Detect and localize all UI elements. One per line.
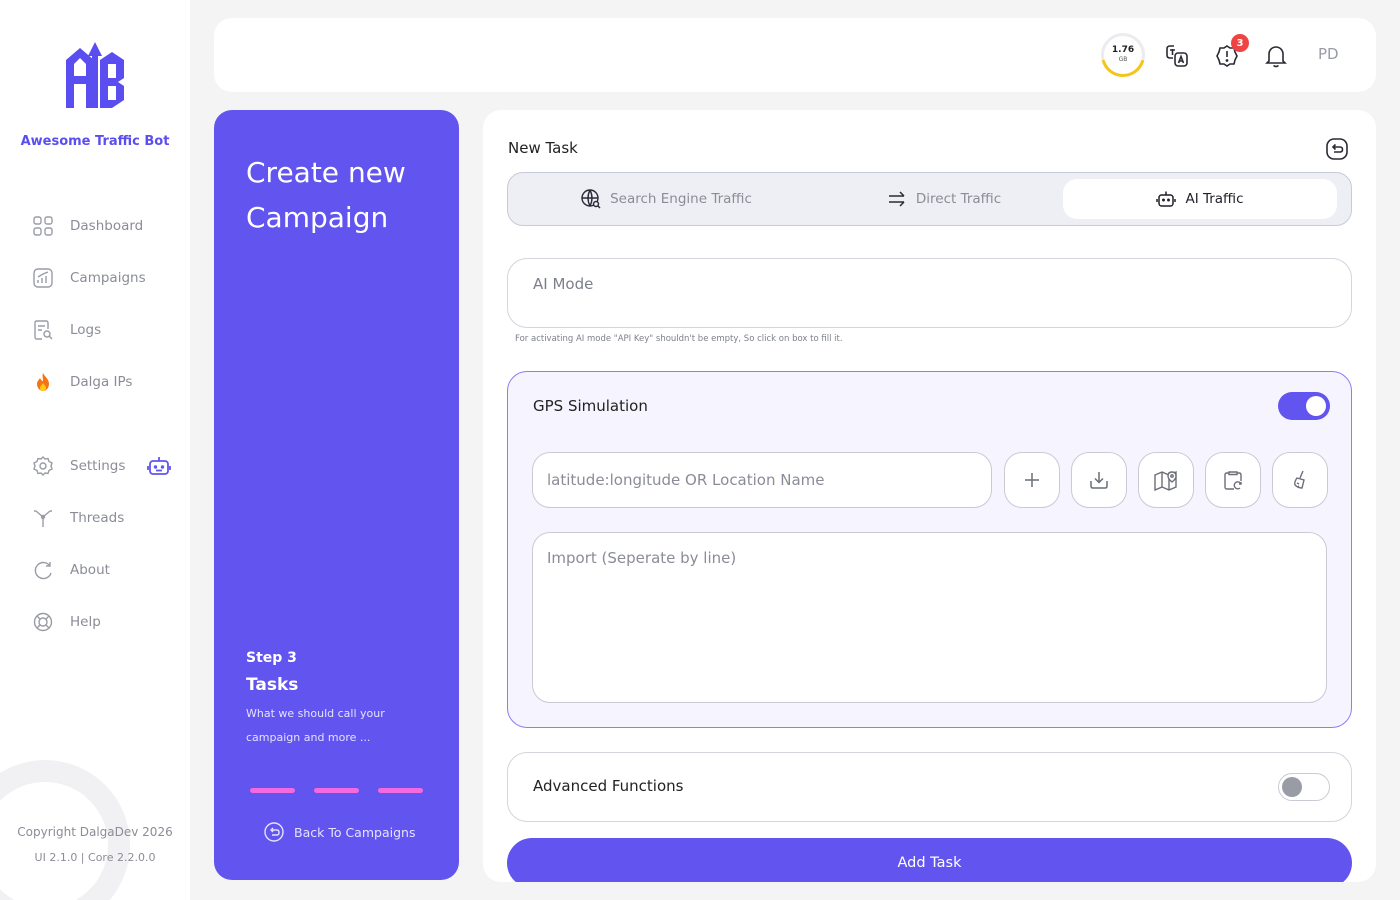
step-number: Step 3 (246, 650, 297, 666)
advanced-functions-toggle[interactable] (1278, 773, 1330, 801)
robot-icon (1156, 189, 1177, 209)
lifebuoy-icon (32, 611, 54, 633)
sidebar-item-logs[interactable]: Logs (32, 318, 101, 342)
gps-simulation-toggle[interactable] (1278, 392, 1330, 420)
step-panel: Create new Campaign Step 3 Tasks What we… (214, 110, 459, 880)
back-label: Back To Campaigns (294, 824, 416, 840)
bell-icon[interactable] (1263, 43, 1289, 69)
location-input[interactable] (532, 452, 992, 508)
refresh-icon (32, 559, 54, 581)
sidebar-item-label: Campaigns (70, 270, 146, 286)
storage-usage-indicator[interactable]: 1.76 GB (1100, 32, 1146, 78)
undo-icon[interactable] (1326, 138, 1348, 160)
back-arrow-icon (264, 822, 284, 842)
atb-logo[interactable] (62, 38, 128, 114)
alerts-count-badge: 3 (1231, 34, 1249, 52)
translate-icon[interactable] (1164, 43, 1190, 69)
toggle-knob (1306, 396, 1326, 416)
gps-simulation-title: GPS Simulation (533, 397, 648, 415)
step-description: What we should call your campaign and mo… (246, 707, 385, 744)
clear-button[interactable] (1272, 452, 1328, 508)
task-title: New Task (508, 139, 578, 157)
new-task-card: New Task Search Engine Traffic Direct Tr… (483, 110, 1376, 882)
import-locations-textarea[interactable] (532, 532, 1327, 703)
step-indicator-3 (378, 788, 423, 793)
version-text: UI 2.1.0 | Core 2.2.0.0 (34, 851, 156, 864)
storage-unit: GB (1118, 56, 1128, 63)
storage-value: 1.76 (1111, 45, 1135, 55)
sidebar-item-dashboard[interactable]: Dashboard (32, 214, 143, 238)
arrows-right-icon (887, 189, 907, 209)
map-button[interactable] (1138, 452, 1194, 508)
map-pin-icon (1154, 470, 1177, 491)
tab-direct-traffic[interactable]: Direct Traffic (819, 179, 1069, 219)
step-name: Tasks (246, 675, 299, 695)
tab-label: AI Traffic (1185, 191, 1244, 207)
fire-icon (32, 371, 54, 393)
broom-icon (1294, 470, 1305, 489)
ai-mode-field[interactable]: AI Mode (507, 258, 1352, 328)
sidebar-item-label: Settings (70, 458, 126, 474)
user-avatar-initials[interactable]: PD (1318, 45, 1339, 63)
advanced-functions-panel: Advanced Functions (507, 752, 1352, 822)
advanced-functions-title: Advanced Functions (533, 777, 684, 795)
add-task-button[interactable]: Add Task (507, 838, 1352, 882)
gear-icon (32, 455, 54, 477)
robot-icon[interactable] (147, 454, 171, 478)
chart-icon (32, 267, 54, 289)
page-title: Create new Campaign (246, 156, 406, 234)
sidebar-item-label: Dalga IPs (70, 374, 133, 390)
add-location-button[interactable] (1004, 452, 1060, 508)
sidebar-item-label: Dashboard (70, 218, 144, 234)
tab-search-engine-traffic[interactable]: Search Engine Traffic (514, 179, 819, 219)
tab-label: Search Engine Traffic (610, 191, 752, 207)
toggle-knob (1282, 777, 1302, 797)
top-bar: 1.76 GB 3 PD (214, 18, 1376, 92)
step-indicator-1 (250, 788, 295, 793)
clipboard-refresh-icon (1224, 471, 1242, 490)
sidebar-item-settings[interactable]: Settings (32, 454, 125, 478)
sidebar-item-label: Threads (70, 510, 125, 526)
step-indicator-2 (314, 788, 359, 793)
clipboard-button[interactable] (1205, 452, 1261, 508)
copyright-text: Copyright DalgaDev 2026 (17, 825, 173, 839)
ai-mode-placeholder: AI Mode (533, 275, 594, 293)
sidebar: Awesome Traffic Bot Dashboard Campaigns … (0, 0, 190, 900)
download-icon (1090, 472, 1108, 489)
sidebar-item-label: Logs (70, 322, 102, 338)
download-button[interactable] (1071, 452, 1127, 508)
sidebar-item-label: Help (70, 614, 101, 630)
brand-name: Awesome Traffic Bot (20, 134, 170, 149)
ai-mode-hint: For activating AI mode "API Key" shouldn… (515, 334, 843, 344)
sidebar-item-threads[interactable]: Threads (32, 506, 124, 530)
tab-label: Direct Traffic (915, 191, 1002, 207)
traffic-type-tabs: Search Engine Traffic Direct Traffic AI … (507, 172, 1352, 226)
branch-icon (32, 507, 54, 529)
sidebar-item-label: About (70, 562, 110, 578)
tab-ai-traffic[interactable]: AI Traffic (1063, 179, 1337, 219)
plus-icon (1025, 473, 1039, 487)
sidebar-item-about[interactable]: About (32, 558, 110, 582)
sidebar-item-campaigns[interactable]: Campaigns (32, 266, 146, 290)
document-search-icon (32, 319, 54, 341)
back-to-campaigns-link[interactable]: Back To Campaigns (264, 822, 415, 842)
gps-simulation-panel: GPS Simulation (507, 371, 1352, 728)
grid-icon (32, 215, 54, 237)
sidebar-item-help[interactable]: Help (32, 610, 101, 634)
sidebar-item-dalga-ips[interactable]: Dalga IPs (32, 370, 132, 394)
globe-search-icon (581, 189, 601, 209)
